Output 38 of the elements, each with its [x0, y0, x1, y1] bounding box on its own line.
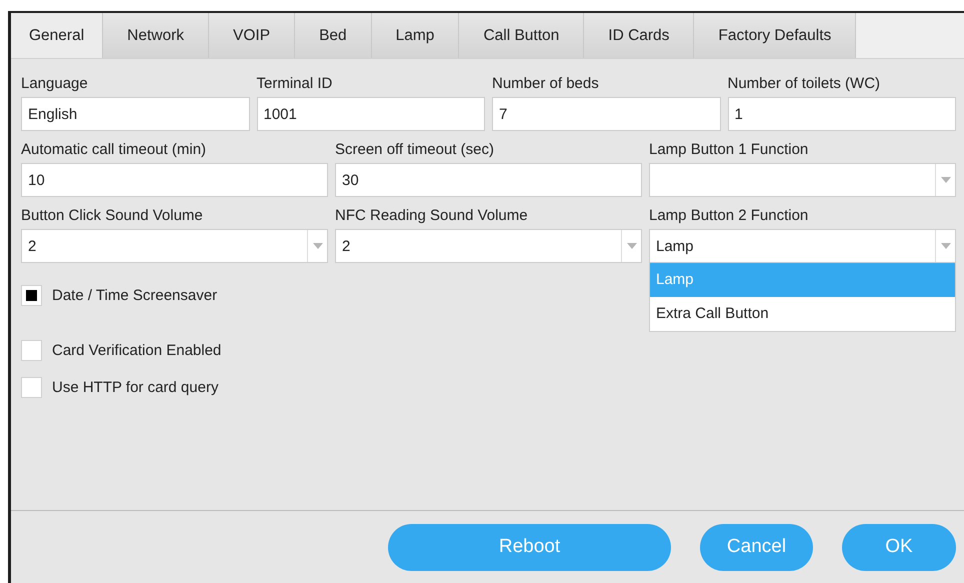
- field-label: Language: [21, 75, 89, 93]
- checkbox-label: Use HTTP for card query: [52, 378, 218, 396]
- dropdown-field[interactable]: 2: [21, 229, 328, 263]
- dropdown-field[interactable]: Lamp: [649, 229, 956, 263]
- field-label: Terminal ID: [256, 75, 334, 93]
- tab[interactable]: Call Button: [459, 13, 584, 58]
- caret-icon: [312, 243, 322, 249]
- checkbox[interactable]: [21, 284, 42, 306]
- tab[interactable]: VOIP: [209, 13, 296, 58]
- field-label: NFC Reading Sound Volume: [335, 207, 529, 225]
- tab[interactable]: Factory Defaults: [694, 13, 856, 58]
- dropdown-option[interactable]: Extra Call Button: [650, 297, 955, 331]
- field-label: Button Click Sound Volume: [21, 207, 204, 225]
- field-label: Lamp Button 2 Function: [649, 207, 810, 225]
- caret-icon: [626, 243, 636, 249]
- input-field[interactable]: 10: [21, 163, 328, 197]
- checkbox-label: Date / Time Screensaver: [52, 286, 218, 304]
- tab[interactable]: ID Cards: [584, 13, 694, 58]
- field-label: Screen off timeout (sec): [335, 141, 495, 159]
- checkbox[interactable]: [21, 376, 42, 398]
- input-field[interactable]: 7: [492, 97, 720, 131]
- field-label: Number of toilets (WC): [728, 75, 882, 93]
- input-field[interactable]: English: [21, 97, 250, 131]
- tab[interactable]: Network: [103, 13, 210, 58]
- checkbox-label: Card Verification Enabled: [52, 342, 222, 358]
- caret-icon: [940, 243, 950, 249]
- field-label: Lamp Button 1 Function: [649, 141, 810, 159]
- checkbox[interactable]: [21, 340, 42, 360]
- tab[interactable]: Lamp: [372, 13, 460, 58]
- dropdown-field[interactable]: 2: [335, 229, 642, 263]
- input-field[interactable]: 1: [728, 97, 956, 131]
- input-field[interactable]: 30: [335, 163, 642, 197]
- dropdown-field[interactable]: [649, 163, 956, 197]
- input-field[interactable]: 1001: [256, 97, 485, 131]
- field-label: Automatic call timeout (min): [21, 141, 208, 159]
- field-label: Number of beds: [492, 75, 600, 93]
- tab[interactable]: Bed: [295, 13, 372, 58]
- caret-icon: [940, 177, 950, 183]
